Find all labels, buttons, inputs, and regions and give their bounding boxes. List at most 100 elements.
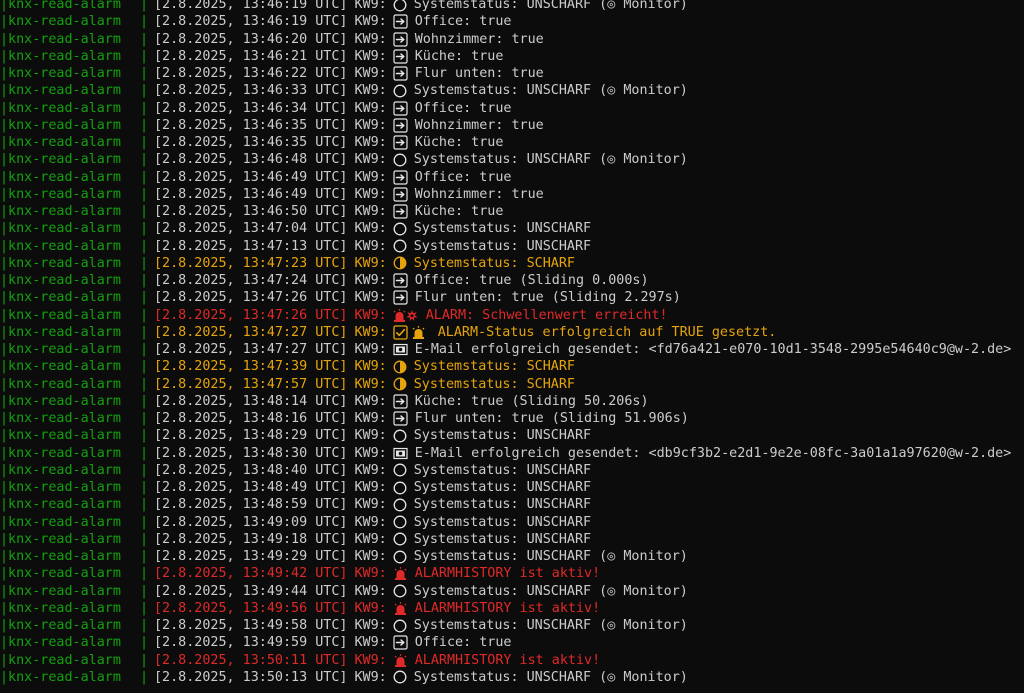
log-timestamp: [2.8.2025, 13:47:13 UTC]: [154, 238, 348, 254]
log-separator: |: [140, 117, 149, 133]
log-timestamp: [2.8.2025, 13:46:19 UTC]: [154, 0, 348, 12]
log-line: |knx-read-alarm | [2.8.2025, 13:46:21 UT…: [0, 48, 1024, 65]
log-timestamp: [2.8.2025, 13:48:16 UTC]: [154, 411, 348, 426]
log-channel: KW9:: [354, 48, 387, 64]
log-prefix: |knx-read-alarm: [0, 152, 121, 168]
log-prefix: |knx-read-alarm: [0, 307, 121, 323]
log-message: ALARMHISTORY ist aktiv!: [414, 566, 601, 582]
log-channel: KW9:: [354, 531, 387, 547]
log-timestamp: [2.8.2025, 13:46:48 UTC]: [154, 152, 348, 168]
log-prefix: |knx-read-alarm: [0, 169, 121, 185]
half-moon-icon: [393, 255, 407, 271]
log-channel: KW9:: [354, 393, 387, 409]
log-line: |knx-read-alarm | [2.8.2025, 13:46:19 UT…: [0, 13, 1024, 30]
log-prefix: |knx-read-alarm: [0, 48, 121, 64]
log-prefix: |knx-read-alarm: [0, 273, 121, 288]
log-message: Systemstatus: SCHARF: [413, 376, 575, 392]
log-line: |knx-read-alarm | [2.8.2025, 13:46:34 UT…: [0, 100, 1024, 117]
log-line: |knx-read-alarm | [2.8.2025, 13:47:27 UT…: [0, 324, 1024, 341]
arrow-box-icon: [393, 66, 408, 82]
log-channel: KW9:: [354, 290, 387, 306]
log-line: |knx-read-alarm | [2.8.2025, 13:46:22 UT…: [0, 65, 1024, 82]
arrow-box-icon: [393, 635, 408, 651]
log-timestamp: [2.8.2025, 13:49:29 UTC]: [154, 549, 348, 564]
log-prefix: |knx-read-alarm: [0, 445, 121, 461]
log-channel: KW9:: [354, 221, 387, 237]
log-separator: |: [140, 48, 149, 64]
log-line: |knx-read-alarm | [2.8.2025, 13:46:48 UT…: [0, 151, 1024, 168]
log-prefix: |knx-read-alarm: [0, 462, 121, 478]
log-separator: |: [140, 462, 149, 478]
log-line: |knx-read-alarm | [2.8.2025, 13:46:49 UT…: [0, 169, 1024, 186]
log-timestamp: [2.8.2025, 13:46:22 UTC]: [154, 66, 348, 81]
log-channel: KW9:: [354, 0, 387, 12]
log-message: Systemstatus: UNSCHARF: [413, 480, 592, 495]
log-timestamp: [2.8.2025, 13:46:33 UTC]: [154, 83, 348, 99]
log-message: Systemstatus: UNSCHARF (◎ Monitor): [413, 583, 688, 599]
siren-icon: [393, 566, 408, 582]
log-timestamp: [2.8.2025, 13:48:30 UTC]: [154, 445, 348, 461]
log-line: |knx-read-alarm | [2.8.2025, 13:48:29 UT…: [0, 427, 1024, 444]
log-prefix: |knx-read-alarm: [0, 204, 121, 219]
log-timestamp: [2.8.2025, 13:46:21 UTC]: [154, 48, 348, 64]
log-prefix: |knx-read-alarm: [0, 117, 121, 133]
terminal-log[interactable]: |knx-read-alarm | [2.8.2025, 13:46:19 UT…: [0, 0, 1024, 686]
log-prefix: |knx-read-alarm: [0, 549, 121, 564]
log-channel: KW9:: [354, 600, 387, 616]
log-separator: |: [140, 307, 149, 323]
log-channel: KW9:: [354, 186, 387, 202]
log-channel: KW9:: [354, 31, 387, 47]
log-timestamp: [2.8.2025, 13:48:29 UTC]: [154, 428, 348, 444]
log-prefix: |knx-read-alarm: [0, 566, 121, 582]
log-line: |knx-read-alarm | [2.8.2025, 13:47:26 UT…: [0, 289, 1024, 306]
log-prefix: |knx-read-alarm: [0, 0, 121, 12]
log-timestamp: [2.8.2025, 13:47:24 UTC]: [154, 273, 348, 288]
log-line: |knx-read-alarm | [2.8.2025, 13:49:42 UT…: [0, 565, 1024, 582]
log-prefix: |knx-read-alarm: [0, 669, 121, 685]
log-channel: KW9:: [354, 514, 387, 530]
log-channel: KW9:: [354, 566, 387, 582]
arrow-box-icon: [393, 100, 408, 116]
log-channel: KW9:: [354, 411, 387, 426]
arrow-box-icon: [393, 273, 408, 289]
log-channel: KW9:: [354, 100, 387, 116]
log-message: Küche: true: [414, 135, 504, 150]
log-message: Systemstatus: SCHARF: [413, 255, 575, 271]
log-separator: |: [140, 324, 149, 340]
log-line: |knx-read-alarm | [2.8.2025, 13:49:29 UT…: [0, 548, 1024, 565]
log-line: |knx-read-alarm | [2.8.2025, 13:46:20 UT…: [0, 31, 1024, 48]
log-separator: |: [140, 531, 149, 547]
siren-burst-icon: [393, 307, 419, 323]
log-prefix: |knx-read-alarm: [0, 480, 121, 495]
log-separator: |: [140, 66, 149, 81]
log-channel: KW9:: [354, 273, 387, 288]
log-message: Küche: true (Sliding 50.206s): [414, 393, 649, 409]
log-prefix: |knx-read-alarm: [0, 290, 121, 306]
log-separator: |: [140, 14, 149, 30]
arrow-box-icon: [393, 186, 408, 202]
log-prefix: |knx-read-alarm: [0, 411, 121, 426]
log-prefix: |knx-read-alarm: [0, 83, 121, 99]
log-message: Systemstatus: UNSCHARF (◎ Monitor): [413, 83, 688, 99]
log-timestamp: [2.8.2025, 13:46:20 UTC]: [154, 31, 348, 47]
log-prefix: |knx-read-alarm: [0, 66, 121, 81]
arrow-box-icon: [393, 411, 408, 427]
email-icon: [393, 445, 408, 461]
log-prefix: |knx-read-alarm: [0, 221, 121, 237]
log-separator: |: [140, 359, 149, 375]
arrow-box-icon: [393, 14, 408, 30]
log-timestamp: [2.8.2025, 13:50:13 UTC]: [154, 669, 348, 685]
log-timestamp: [2.8.2025, 13:49:18 UTC]: [154, 531, 348, 547]
log-line: |knx-read-alarm | [2.8.2025, 13:47:24 UT…: [0, 272, 1024, 289]
log-message: Systemstatus: UNSCHARF (◎ Monitor): [413, 669, 688, 685]
log-prefix: |knx-read-alarm: [0, 393, 121, 409]
log-prefix: |knx-read-alarm: [0, 531, 121, 547]
log-timestamp: [2.8.2025, 13:46:35 UTC]: [154, 117, 348, 133]
log-message: Systemstatus: UNSCHARF (◎ Monitor): [413, 549, 688, 564]
log-line: |knx-read-alarm | [2.8.2025, 13:49:18 UT…: [0, 531, 1024, 548]
circle-icon: [393, 480, 407, 496]
log-timestamp: [2.8.2025, 13:47:27 UTC]: [154, 324, 348, 340]
log-separator: |: [140, 0, 149, 12]
log-channel: KW9:: [354, 462, 387, 478]
log-timestamp: [2.8.2025, 13:46:49 UTC]: [154, 186, 348, 202]
